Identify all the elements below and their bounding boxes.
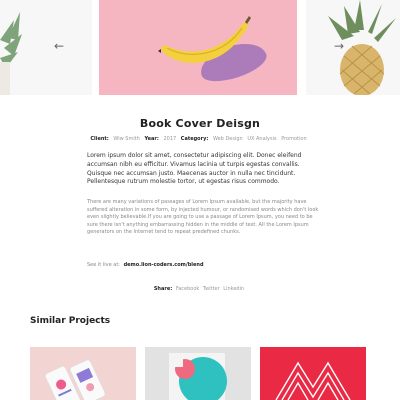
book-cover-image xyxy=(145,347,251,400)
similar-project-card[interactable] xyxy=(30,347,136,400)
client-value: Wiw Smith xyxy=(113,136,140,142)
slide-current[interactable] xyxy=(99,0,297,95)
project-meta: Client: Wiw Smith Year: 2017 Category: W… xyxy=(0,136,400,142)
live-demo-line: See it live at: demo.lion-coders.com/ble… xyxy=(87,262,204,268)
arrow-right-icon[interactable]: → xyxy=(331,38,347,54)
project-body-text: There are many variations of passages of… xyxy=(87,199,319,236)
project-title: Book Cover Deisgn xyxy=(139,117,261,130)
project-lead-text: Lorem ipsum dolor sit amet, consectetur … xyxy=(87,152,302,186)
banana-image xyxy=(158,16,251,63)
slide-next[interactable] xyxy=(306,0,400,95)
category-label: Category: xyxy=(180,136,209,142)
phones-image xyxy=(30,347,136,400)
arrow-left-icon[interactable]: ← xyxy=(51,38,67,54)
year-label: Year: xyxy=(144,136,159,142)
share-label: Share: xyxy=(153,286,173,292)
share-facebook-link[interactable]: Facebook xyxy=(176,286,200,292)
similar-project-card[interactable] xyxy=(260,347,366,400)
share-bar: Share: Facebook Twitter Linkedin xyxy=(0,286,400,292)
category-item[interactable]: Web Design xyxy=(213,136,243,142)
category-item[interactable]: UX Analysis xyxy=(247,136,276,142)
client-label: Client: xyxy=(90,136,109,142)
similar-project-card[interactable] xyxy=(145,347,251,400)
live-label: See it live at: xyxy=(87,262,120,268)
project-image-slider[interactable]: ← → xyxy=(0,0,400,95)
category-item[interactable]: Promotion xyxy=(281,136,306,142)
share-linkedin-link[interactable]: Linkedin xyxy=(223,286,244,292)
similar-projects-heading: Similar Projects xyxy=(30,316,111,326)
share-twitter-link[interactable]: Twitter xyxy=(203,286,220,292)
live-demo-link[interactable]: demo.lion-coders.com/blend xyxy=(124,262,204,268)
slide-previous[interactable] xyxy=(0,0,92,95)
year-value: 2017 xyxy=(163,136,177,142)
plant-image xyxy=(0,12,22,95)
abstract-logo-image xyxy=(260,347,366,400)
